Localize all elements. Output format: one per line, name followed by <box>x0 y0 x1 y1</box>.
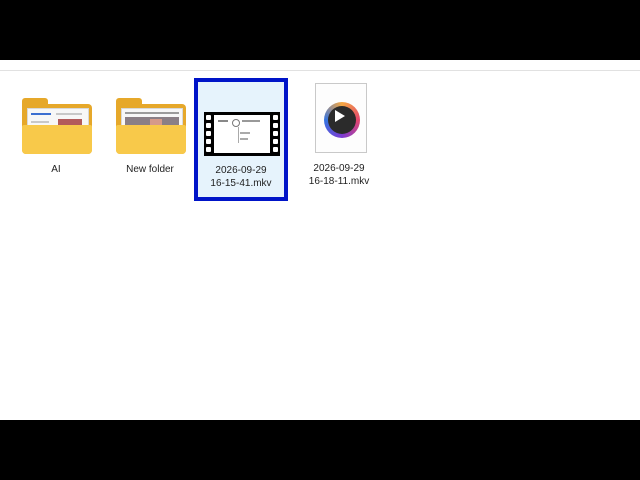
file-explorer-content: AI New folder 2026-09-29 16-15-41.mkv 20… <box>0 60 640 420</box>
divider <box>0 70 640 71</box>
folder-item-ai[interactable]: AI <box>12 83 100 176</box>
folder-item-new-folder[interactable]: New folder <box>106 83 194 176</box>
file-name-line2: 16-18-11.mkv <box>308 176 370 187</box>
file-name: AI <box>51 164 61 175</box>
media-player-icon <box>324 102 360 138</box>
file-name-line2: 16-15-41.mkv <box>210 178 272 189</box>
folder-icon <box>116 98 186 154</box>
file-name: New folder <box>126 164 174 175</box>
folder-icon <box>22 98 92 154</box>
file-name-line1: 2026-09-29 <box>313 163 365 174</box>
media-file-icon <box>315 83 367 153</box>
video-thumbnail-icon <box>204 112 280 156</box>
file-name-line1: 2026-09-29 <box>215 165 267 176</box>
file-item-video[interactable]: 2026-09-29 16-18-11.mkv <box>296 81 382 188</box>
file-item-video-selected[interactable]: 2026-09-29 16-15-41.mkv <box>194 78 288 201</box>
